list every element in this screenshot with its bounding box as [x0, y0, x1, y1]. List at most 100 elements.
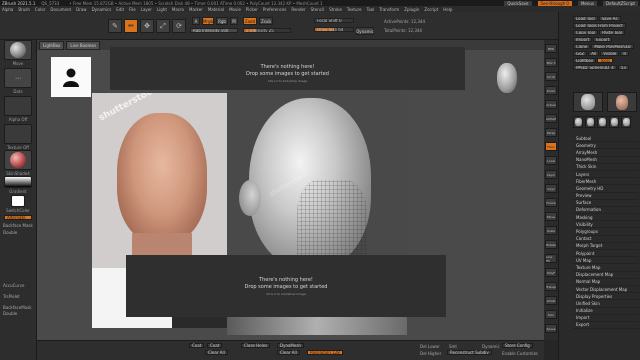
focal-shift-slider[interactable]: Focal Shift 0: [314, 18, 354, 23]
menu-item-macro[interactable]: Macro: [172, 7, 184, 12]
tool-button-r[interactable]: R: [620, 51, 630, 56]
menu-item-transform[interactable]: Transform: [379, 7, 399, 12]
subpalette-thick-skin[interactable]: Thick Skin: [573, 164, 639, 171]
view-button-lsym[interactable]: LSym: [545, 170, 557, 179]
alpha-selector[interactable]: Alpha Off: [4, 96, 32, 122]
view-button-frame[interactable]: Frame: [545, 198, 557, 207]
tool-button-pm3d-sphere3d-4[interactable]: PM3D_Sphere3D_4: [573, 65, 617, 70]
stroke-selector[interactable]: ⋯ Dots: [4, 68, 32, 94]
menu-item-color[interactable]: Color: [35, 7, 45, 12]
menu-item-light[interactable]: Light: [157, 7, 167, 12]
dynamic-button[interactable]: Dynamic: [356, 27, 374, 35]
view-button-ghost[interactable]: Ghost: [545, 296, 557, 305]
clear-all-button[interactable]: Clear All: [205, 350, 228, 355]
view-button-local[interactable]: Local: [545, 156, 557, 165]
draw-mode-button[interactable]: ✏: [124, 19, 138, 33]
zsub-button[interactable]: Zsub: [259, 17, 273, 25]
tool-button-save-as[interactable]: Save As: [598, 16, 621, 21]
default-script-button[interactable]: DefaultZScript: [603, 0, 638, 6]
subpalette-vector-displacement-map[interactable]: Vector Displacement Map: [573, 286, 639, 294]
subpalette-morph-target[interactable]: Morph Target: [573, 243, 639, 250]
dynamesh-button[interactable]: DynaMesh: [277, 343, 304, 348]
subpalette-contact[interactable]: Contact: [573, 236, 639, 243]
menu-item-stencil[interactable]: Stencil: [311, 7, 325, 12]
tool-thumb-1[interactable]: [573, 116, 583, 128]
menu-item-material[interactable]: Material: [208, 7, 224, 12]
menu-item-render[interactable]: Render: [291, 7, 305, 12]
texture-selector[interactable]: Texture Off: [4, 124, 32, 150]
tool-button-export[interactable]: Export: [593, 37, 613, 42]
mrgb-button[interactable]: Mrgb: [202, 17, 214, 25]
backface-mask-label[interactable]: BackfaceMask: [3, 305, 32, 310]
tool-thumb-photo[interactable]: [607, 92, 637, 112]
enable-customize-button[interactable]: Enable Customize: [502, 351, 538, 356]
tool-thumb-3[interactable]: [597, 116, 607, 128]
draw-size-slider[interactable]: Draw Size 64: [314, 27, 354, 32]
double-label-2[interactable]: Double: [3, 311, 17, 316]
subpalette-import[interactable]: Import: [573, 315, 639, 322]
view-button-move[interactable]: Move: [545, 212, 557, 221]
clear-all-button-2[interactable]: Clear All: [277, 350, 300, 355]
menu-item-help[interactable]: Help: [443, 7, 452, 12]
tool-button-paste-tool[interactable]: Paste Tool: [599, 30, 626, 35]
view-button-xpose[interactable]: Xpose: [545, 324, 557, 333]
subpalette-masking[interactable]: Masking: [573, 214, 639, 222]
subpalette-surface[interactable]: Surface: [573, 200, 639, 207]
rgb-intensity-slider[interactable]: Rgb Intensity 100: [190, 28, 238, 33]
gradient-selector[interactable]: Gradient: [4, 176, 32, 194]
menu-item-dynamics[interactable]: Dynamics: [92, 7, 112, 12]
view-button-polyf[interactable]: PolyF: [545, 268, 557, 277]
rgb-button[interactable]: Rgb: [216, 17, 228, 25]
view-button-persp[interactable]: Persp: [545, 128, 557, 137]
menu-item-stroke[interactable]: Stroke: [329, 7, 342, 12]
subpalette-display-properties[interactable]: Display Properties: [573, 293, 639, 301]
scale-mode-button[interactable]: ⤢: [156, 19, 170, 33]
subpalette-arraymesh[interactable]: ArrayMesh: [573, 149, 639, 157]
menu-item-file[interactable]: File: [129, 7, 136, 12]
menu-item-edit[interactable]: Edit: [116, 7, 124, 12]
tool-button-visible[interactable]: Visible: [600, 51, 620, 56]
menu-item-preferences[interactable]: Preferences: [263, 7, 287, 12]
transpose-label[interactable]: TrsPlelet: [3, 294, 20, 299]
coat-button-2[interactable]: Coat: [207, 343, 223, 348]
view-button-solo[interactable]: Solo: [545, 310, 557, 319]
subpalette-unified-skin[interactable]: Unified Skin: [573, 300, 639, 308]
subpalette-visibility[interactable]: Visibility: [573, 221, 639, 229]
tool-button-make-polymesh3d[interactable]: Make PolyMesh3D: [591, 44, 634, 49]
view-button-transp[interactable]: Transp: [545, 282, 557, 291]
tool-button-goz[interactable]: GoZ: [573, 51, 588, 56]
menus-button[interactable]: Menus: [577, 0, 598, 6]
coat-button[interactable]: Coat: [189, 343, 205, 348]
subpalette-layers[interactable]: Layers: [573, 171, 639, 179]
menu-item-draw[interactable]: Draw: [76, 7, 86, 12]
menu-item-zscript[interactable]: Zscript: [424, 7, 438, 12]
subpalette-uv-map[interactable]: UV Map: [573, 257, 639, 265]
smt-toggle[interactable]: Smt: [449, 344, 457, 349]
material-selector[interactable]: SkinShade4: [4, 150, 32, 176]
color-swatch[interactable]: SwitchColor: [4, 195, 32, 213]
resolution-slider[interactable]: Resolution 128: [307, 350, 343, 355]
edit-mode-button[interactable]: ✎: [108, 19, 122, 33]
tool-button-load-tools-from-project[interactable]: Load Tools From Project: [573, 23, 626, 28]
menu-item-layer[interactable]: Layer: [141, 7, 152, 12]
document-canvas[interactable]: LightBox Live Boolean There's nothing he…: [37, 40, 544, 340]
view-button-actual[interactable]: Actual: [545, 100, 557, 109]
menu-item-marker[interactable]: Marker: [189, 7, 203, 12]
subpalette-deformation[interactable]: Deformation: [573, 207, 639, 215]
tool-button-lightbox[interactable]: Lightbox: [573, 58, 597, 63]
subpalette-geometry[interactable]: Geometry: [573, 142, 639, 150]
subpalette-displacement-map[interactable]: Displacement Map: [573, 272, 639, 279]
image-drop-zone-top[interactable]: There's nothing here! Drop some images t…: [110, 47, 465, 90]
double-label[interactable]: Double: [3, 230, 17, 235]
view-button-rotate[interactable]: Rotate: [545, 240, 557, 249]
view-button-scale[interactable]: Scale: [545, 226, 557, 235]
tool-button-import[interactable]: Import: [573, 37, 593, 42]
view-button-line-fill[interactable]: Line Fill: [545, 254, 557, 263]
tool-thumb-2[interactable]: [585, 116, 595, 128]
view-button-bpr[interactable]: BPR: [545, 44, 557, 53]
tool-button-copy-tool[interactable]: Copy Tool: [573, 30, 599, 35]
live-boolean-tab[interactable]: Live Boolean: [66, 40, 101, 50]
subpalette-export[interactable]: Export: [573, 322, 639, 330]
tool-button-all[interactable]: All: [588, 51, 600, 56]
menu-item-texture[interactable]: Texture: [347, 7, 362, 12]
